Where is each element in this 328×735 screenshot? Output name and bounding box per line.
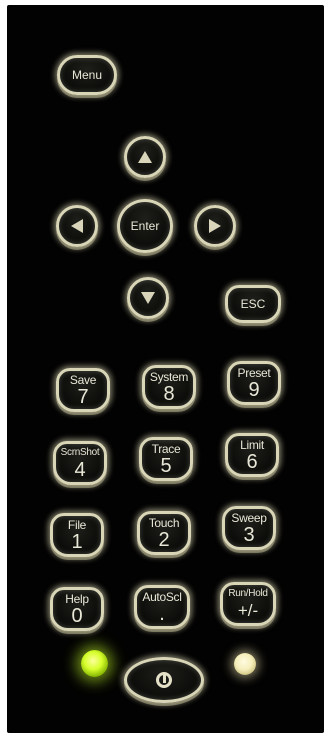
digit-2-label: 2 bbox=[158, 528, 170, 551]
arrow-up-icon bbox=[138, 151, 152, 163]
power-icon bbox=[156, 672, 172, 688]
arrow-down-button[interactable] bbox=[127, 277, 169, 319]
digit-8-label: 8 bbox=[163, 382, 175, 405]
digit-0-label: 0 bbox=[71, 604, 83, 627]
touch-2-button[interactable]: Touch 2 bbox=[137, 511, 191, 555]
esc-label: ESC bbox=[240, 297, 266, 311]
digit-3-label: 3 bbox=[243, 523, 255, 546]
sweep-label: Sweep bbox=[231, 510, 267, 525]
digit-6-label: 6 bbox=[246, 450, 258, 473]
trace-5-button[interactable]: Trace 5 bbox=[139, 437, 193, 481]
enter-button[interactable]: Enter bbox=[117, 199, 173, 253]
enter-label: Enter bbox=[130, 219, 160, 233]
menu-button[interactable]: Menu bbox=[57, 55, 117, 95]
limit-label: Limit bbox=[240, 437, 264, 452]
save-label: Save bbox=[69, 372, 97, 387]
runhold-plusminus-button[interactable]: Run/Hold +/- bbox=[220, 582, 276, 626]
status-led-white bbox=[234, 653, 256, 675]
file-label: File bbox=[67, 517, 87, 532]
preset-9-button[interactable]: Preset 9 bbox=[227, 361, 281, 405]
sweep-3-button[interactable]: Sweep 3 bbox=[222, 506, 276, 550]
file-1-button[interactable]: File 1 bbox=[50, 513, 104, 557]
system-8-button[interactable]: System 8 bbox=[142, 365, 196, 409]
digit-4-label: 4 bbox=[74, 458, 86, 481]
digit-9-label: 9 bbox=[248, 378, 260, 401]
keypad-panel: Menu Enter ESC Save 7 System 8 Preset 9 … bbox=[7, 5, 324, 733]
arrow-left-button[interactable] bbox=[56, 205, 98, 247]
decimal-point-label: . bbox=[159, 602, 165, 625]
trace-label: Trace bbox=[151, 441, 181, 456]
status-led-green bbox=[81, 650, 108, 677]
help-label: Help bbox=[65, 591, 89, 606]
touch-label: Touch bbox=[148, 515, 180, 530]
runhold-label: Run/Hold bbox=[228, 587, 268, 599]
power-button[interactable] bbox=[124, 657, 204, 703]
arrow-left-icon bbox=[71, 219, 83, 233]
help-0-button[interactable]: Help 0 bbox=[50, 587, 104, 631]
preset-label: Preset bbox=[237, 365, 271, 380]
arrow-right-icon bbox=[209, 219, 221, 233]
digit-1-label: 1 bbox=[71, 530, 83, 553]
arrow-down-icon bbox=[141, 292, 155, 304]
limit-6-button[interactable]: Limit 6 bbox=[225, 433, 279, 477]
autoscl-decimal-button[interactable]: AutoScl . bbox=[134, 585, 190, 629]
scrnshot-label: ScrnShot bbox=[60, 446, 100, 458]
scrnshot-4-button[interactable]: ScrnShot 4 bbox=[53, 441, 107, 485]
menu-label: Menu bbox=[71, 68, 103, 82]
arrow-up-button[interactable] bbox=[124, 136, 166, 178]
esc-button[interactable]: ESC bbox=[225, 285, 281, 323]
arrow-right-button[interactable] bbox=[194, 205, 236, 247]
digit-5-label: 5 bbox=[160, 454, 172, 477]
system-label: System bbox=[149, 369, 189, 384]
plus-minus-label: +/- bbox=[237, 600, 259, 620]
autoscl-label: AutoScl bbox=[142, 589, 182, 604]
digit-7-label: 7 bbox=[77, 385, 89, 408]
save-7-button[interactable]: Save 7 bbox=[56, 368, 110, 412]
